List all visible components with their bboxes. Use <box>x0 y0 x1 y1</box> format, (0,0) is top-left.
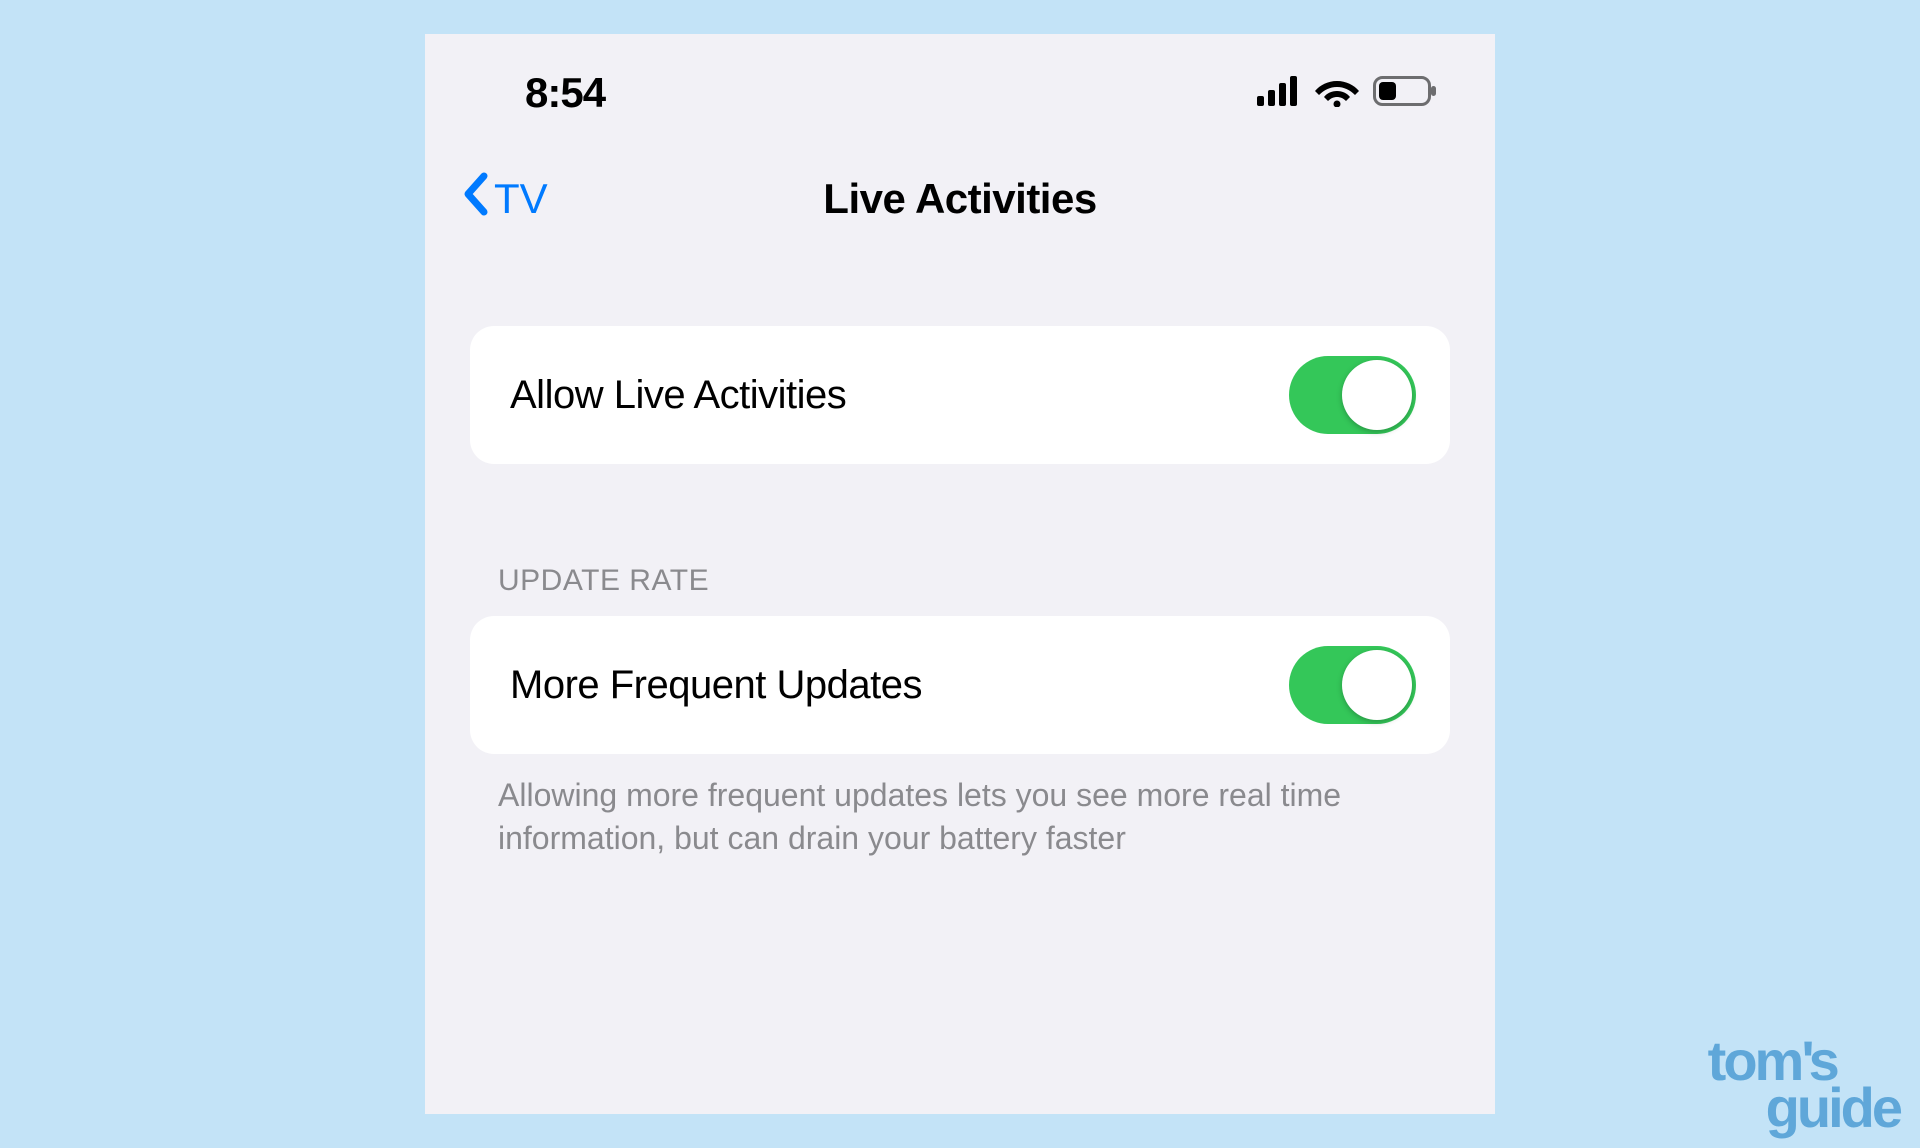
page-title: Live Activities <box>425 175 1495 223</box>
allow-live-activities-row[interactable]: Allow Live Activities <box>470 326 1450 464</box>
settings-screen: 8:54 <box>425 34 1495 1114</box>
more-frequent-updates-row[interactable]: More Frequent Updates <box>470 616 1450 754</box>
group-footer: Allowing more frequent updates lets you … <box>470 754 1450 860</box>
content: Allow Live Activities UPDATE RATE More F… <box>425 226 1495 860</box>
back-button[interactable]: TV <box>460 172 548 226</box>
cellular-icon <box>1257 76 1301 111</box>
settings-group: UPDATE RATE More Frequent Updates Allowi… <box>470 564 1450 860</box>
chevron-left-icon <box>460 172 490 226</box>
row-label: More Frequent Updates <box>510 663 922 708</box>
toggle-knob <box>1342 360 1412 430</box>
back-label: TV <box>494 175 548 223</box>
settings-group: Allow Live Activities <box>470 326 1450 464</box>
row-label: Allow Live Activities <box>510 373 846 418</box>
watermark: tom's guide <box>1708 1037 1900 1132</box>
status-bar: 8:54 <box>425 34 1495 117</box>
group-header: UPDATE RATE <box>470 564 1450 616</box>
toggle-knob <box>1342 650 1412 720</box>
status-time: 8:54 <box>525 69 605 117</box>
status-indicators <box>1257 75 1437 112</box>
navigation-bar: TV Live Activities <box>425 117 1495 226</box>
more-frequent-updates-toggle[interactable] <box>1289 646 1416 724</box>
battery-icon <box>1373 76 1437 111</box>
allow-live-activities-toggle[interactable] <box>1289 356 1416 434</box>
wifi-icon <box>1315 75 1359 112</box>
